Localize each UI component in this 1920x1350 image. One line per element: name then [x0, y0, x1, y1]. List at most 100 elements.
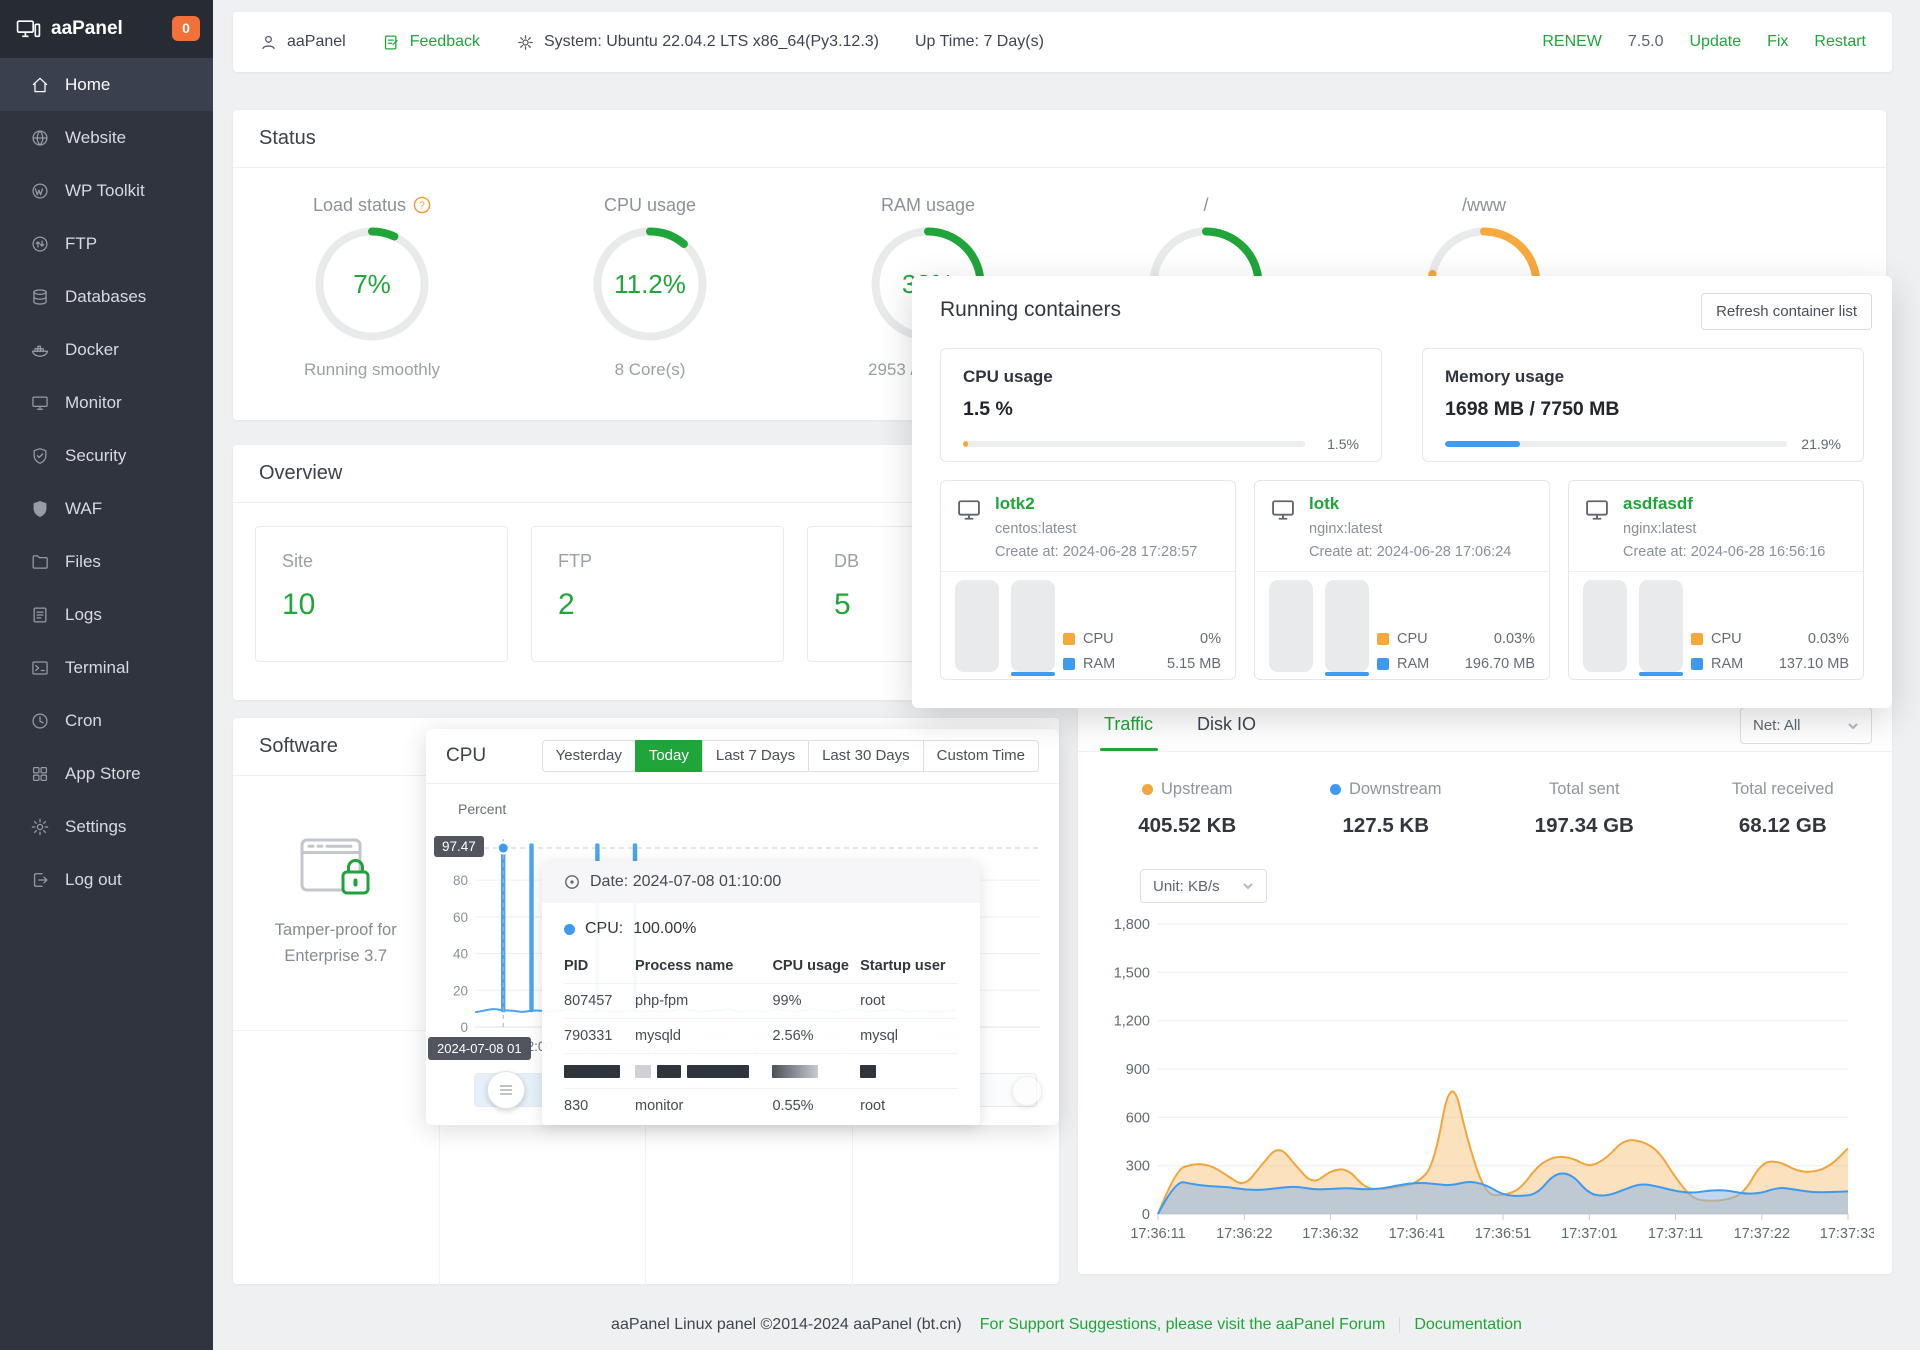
header-action-fix[interactable]: Fix: [1767, 33, 1788, 50]
traffic-stat-downstream: Downstream 127.5 KB: [1287, 780, 1486, 838]
traffic-stat-total-received: Total received 68.12 GB: [1731, 780, 1834, 837]
user-icon: [262, 35, 275, 49]
sidebar-item-ftp[interactable]: FTP: [0, 217, 213, 270]
refresh-container-list-button[interactable]: Refresh container list: [1701, 293, 1872, 330]
sidebar-item-terminal[interactable]: Terminal: [0, 641, 213, 694]
cpu-range-tab-custom-time[interactable]: Custom Time: [922, 740, 1039, 772]
ram-legend-swatch: [1691, 658, 1703, 670]
cpu-legend-swatch: [1377, 633, 1389, 645]
overview-card-site[interactable]: Site 10: [255, 526, 508, 662]
sidebar-item-settings[interactable]: Settings: [0, 800, 213, 853]
container-ram-value: 137.10 MB: [1778, 656, 1849, 672]
datazoom-right-handle[interactable]: [1012, 1076, 1042, 1106]
sidebar-item-log-out[interactable]: Log out: [0, 853, 213, 906]
cpu-title: CPU: [446, 745, 487, 766]
ram-legend-swatch: [1377, 658, 1389, 670]
chevron-down-icon: [1848, 723, 1858, 729]
ram-legend-swatch: [1063, 658, 1075, 670]
forum-link[interactable]: For Support Suggestions, please visit th…: [980, 1316, 1386, 1334]
message-count-badge[interactable]: 0: [172, 16, 200, 41]
unit-select[interactable]: Unit: KB/s: [1140, 869, 1267, 903]
tooltip-date: Date: 2024-07-08 01:10:00: [542, 861, 980, 903]
svg-text:17:37:01: 17:37:01: [1561, 1226, 1617, 1242]
running-containers-modal: Running containers Refresh container lis…: [912, 276, 1892, 708]
cpu-range-tab-last-30-days[interactable]: Last 30 Days: [808, 740, 924, 772]
software-item-tamper-proof[interactable]: Tamper-proof for Enterprise 3.7: [233, 776, 440, 1031]
cpu-peak-badge: 97.47: [434, 836, 484, 857]
container-monitor-icon: [1586, 500, 1608, 520]
cpu-progress-bar: [963, 441, 1305, 447]
container-card-asdfasdf[interactable]: asdfasdf nginx:latest Create at: 2024-06…: [1568, 480, 1864, 680]
header-action-7-5-0: 7.5.0: [1627, 33, 1664, 50]
container-ram-bar: [1325, 580, 1369, 672]
header-action-restart[interactable]: Restart: [1814, 33, 1866, 50]
sidebar-item-home[interactable]: Home: [0, 58, 213, 111]
container-ram-value: 196.70 MB: [1464, 656, 1535, 672]
home-icon: [30, 75, 50, 95]
sidebar-item-docker[interactable]: Docker: [0, 323, 213, 376]
container-name: lotk: [1309, 494, 1340, 513]
sidebar-item-security[interactable]: Security: [0, 429, 213, 482]
container-name: asdfasdf: [1623, 494, 1693, 513]
svg-text:60: 60: [453, 910, 468, 925]
wordpress-icon: [30, 181, 50, 201]
datazoom-left-handle[interactable]: [487, 1071, 525, 1109]
container-image: nginx:latest: [1623, 521, 1697, 537]
svg-text:0: 0: [460, 1020, 468, 1035]
monitor-icon: [30, 393, 50, 413]
sidebar-item-wp-toolkit[interactable]: WP Toolkit: [0, 164, 213, 217]
container-ram-value: 5.15 MB: [1167, 656, 1221, 672]
process-table: PID Process name CPU usage Startup user 807…: [564, 952, 958, 1123]
user-menu[interactable]: aaPanel: [259, 33, 346, 52]
cpu-range-tab-today[interactable]: Today: [634, 740, 703, 772]
gauge-value: 11.2%: [614, 268, 686, 299]
container-card-lotk2[interactable]: lotk2 centos:latest Create at: 2024-06-2…: [940, 480, 1236, 680]
container-card-lotk[interactable]: lotk nginx:latest Create at: 2024-06-28 …: [1254, 480, 1550, 680]
overview-card-ftp[interactable]: FTP 2: [531, 526, 784, 662]
modal-title: Running containers: [940, 298, 1121, 321]
cpu-range-tab-last-7-days[interactable]: Last 7 Days: [701, 740, 810, 772]
container-monitor-icon: [958, 500, 980, 520]
traffic-stat-value: 197.34 GB: [1534, 814, 1634, 837]
series-dot: [1141, 784, 1153, 795]
process-row: 790331 mysqld 2.56% mysql: [564, 1018, 958, 1054]
sidebar-item-app-store[interactable]: App Store: [0, 747, 213, 800]
svg-text:17:36:11: 17:36:11: [1130, 1226, 1185, 1242]
svg-text:80: 80: [453, 873, 468, 888]
aapanel-logo-icon: [16, 19, 41, 37]
traffic-stat-total-sent: Total sent 197.34 GB: [1534, 780, 1634, 837]
cron-icon: [30, 711, 50, 731]
container-created: Create at: 2024-06-28 17:06:24: [1309, 544, 1512, 560]
svg-text:1,800: 1,800: [1114, 917, 1150, 933]
sidebar-item-website[interactable]: Website: [0, 111, 213, 164]
feedback-link[interactable]: Feedback: [382, 33, 480, 52]
traffic-chart[interactable]: 1,800 1,500 1,200 900 600 300 0 17:36:11 17:36:2…: [1104, 910, 1877, 1260]
containers-cpu-usage-card: CPU usage 1.5 % 1.5%: [940, 348, 1382, 462]
cpu-legend-swatch: [1063, 633, 1075, 645]
cpu-legend-swatch: [1691, 633, 1703, 645]
memory-progress-bar: [1445, 441, 1787, 447]
sidebar-item-files[interactable]: Files: [0, 535, 213, 588]
docker-icon: [30, 340, 50, 360]
help-icon[interactable]: ?: [413, 196, 431, 214]
sidebar-item-monitor[interactable]: Monitor: [0, 376, 213, 429]
footer: aaPanel Linux panel ©2014-2024 aaPanel (…: [213, 1316, 1920, 1334]
header-action-renew[interactable]: RENEW: [1542, 33, 1602, 50]
files-icon: [30, 552, 50, 572]
sidebar-item-waf[interactable]: WAF: [0, 482, 213, 535]
svg-text:900: 900: [1126, 1062, 1150, 1078]
process-row: 830 monitor 0.55% root: [564, 1088, 958, 1123]
svg-text:1,200: 1,200: [1114, 1014, 1150, 1030]
sidebar-item-logs[interactable]: Logs: [0, 588, 213, 641]
container-cpu-bar: [1269, 580, 1313, 672]
documentation-link[interactable]: Documentation: [1414, 1316, 1522, 1334]
brand: aaPanel 0: [0, 0, 213, 58]
container-ram-bar: [1639, 580, 1683, 672]
sidebar-item-cron[interactable]: Cron: [0, 694, 213, 747]
sidebar-item-databases[interactable]: Databases: [0, 270, 213, 323]
logs-icon: [30, 605, 50, 625]
header-action-update[interactable]: Update: [1690, 33, 1742, 50]
traffic-stat-value: 127.5 KB: [1342, 814, 1430, 837]
cpu-range-tab-yesterday[interactable]: Yesterday: [541, 740, 636, 772]
net-select[interactable]: Net: All: [1740, 707, 1872, 744]
